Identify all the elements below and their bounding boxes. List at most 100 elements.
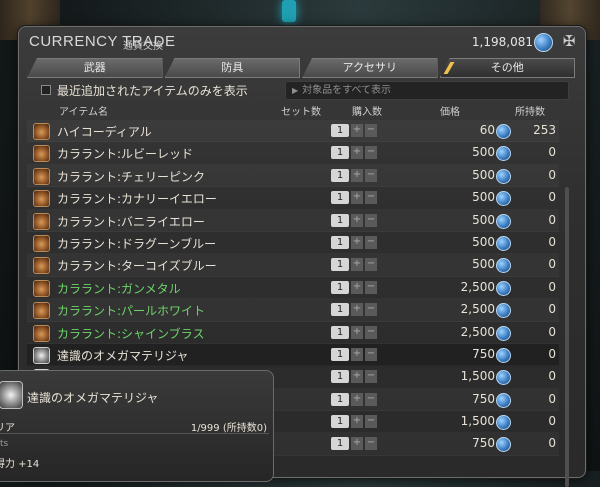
plus-button[interactable]: + [351, 415, 363, 429]
item-price: 60 [479, 123, 495, 137]
item-name: カララント:ターコイズブルー [57, 259, 217, 274]
plus-button[interactable]: + [351, 280, 363, 294]
item-row[interactable]: カララント:ガンメタル 1 + − 2,500 0 [27, 277, 559, 299]
tab-other[interactable]: その他 [439, 58, 575, 78]
quantity-input[interactable]: 1 [331, 213, 349, 227]
plus-button[interactable]: + [351, 191, 363, 205]
plus-button[interactable]: + [351, 213, 363, 227]
dye-icon [33, 279, 50, 297]
item-row[interactable]: カララント:カナリーイエロー 1 + − 500 0 [27, 187, 559, 209]
dye-icon [33, 302, 50, 320]
quantity-stepper: 1 + − [331, 258, 379, 272]
item-row[interactable]: カララント:チェリーピンク 1 + − 500 0 [27, 165, 559, 187]
plus-button[interactable]: + [351, 235, 363, 249]
minus-button[interactable]: − [365, 303, 377, 317]
item-name: カララント:ガンメタル [57, 281, 181, 296]
quantity-input[interactable]: 1 [331, 370, 349, 384]
minus-button[interactable]: − [365, 347, 377, 361]
plus-button[interactable]: + [351, 168, 363, 182]
plus-button[interactable]: + [351, 303, 363, 317]
tab-accessories[interactable]: アクセサリ [302, 58, 438, 78]
list-scrollbar[interactable] [565, 187, 569, 487]
item-price: 1,500 [460, 414, 495, 429]
show-all-button[interactable]: ▶ 対象品をすべて表示 [285, 81, 569, 100]
item-owned: 0 [548, 414, 556, 429]
header-owned: 所持数 [515, 107, 545, 118]
tooltip-effects-label: cts [0, 439, 9, 449]
currency-coin-icon [534, 33, 553, 52]
item-price: 2,500 [460, 302, 495, 317]
minus-button[interactable]: − [365, 258, 377, 272]
quantity-input[interactable]: 1 [331, 325, 349, 339]
quantity-input[interactable]: 1 [331, 280, 349, 294]
plus-button[interactable]: + [351, 347, 363, 361]
item-row[interactable]: ハイコーディアル 1 + − 60 253 [27, 120, 559, 142]
quantity-input[interactable]: 1 [331, 191, 349, 205]
quantity-input[interactable]: 1 [331, 258, 349, 272]
header-item: アイテム名 [59, 107, 108, 118]
background-crystal [282, 0, 296, 22]
dye-icon [33, 145, 50, 163]
item-owned: 0 [548, 279, 556, 294]
quantity-input[interactable]: 1 [331, 415, 349, 429]
currency-coin-icon [496, 235, 511, 251]
quantity-input[interactable]: 1 [331, 168, 349, 182]
quantity-input[interactable]: 1 [331, 146, 349, 160]
recent-only-checkbox[interactable] [41, 85, 51, 95]
plus-button[interactable]: + [351, 258, 363, 272]
plus-button[interactable]: + [351, 370, 363, 384]
item-price: 500 [472, 212, 495, 227]
item-row[interactable]: カララント:シャインブラス 1 + − 2,500 0 [27, 322, 559, 344]
quantity-input[interactable]: 1 [331, 437, 349, 451]
plus-button[interactable]: + [351, 124, 363, 137]
minus-button[interactable]: − [365, 213, 377, 227]
item-owned: 0 [548, 167, 556, 182]
item-price: 500 [472, 234, 495, 249]
item-name: カララント:ドラグーンブルー [57, 236, 217, 251]
tab-weapons[interactable]: 武器 [27, 58, 163, 78]
plus-button[interactable]: + [351, 325, 363, 339]
currency-coin-icon [496, 370, 511, 386]
quantity-stepper: 1 + − [331, 303, 379, 317]
minus-button[interactable]: − [365, 280, 377, 294]
plus-button[interactable]: + [351, 392, 363, 406]
header-price: 価格 [440, 107, 460, 118]
dye-icon [33, 257, 50, 275]
plus-button[interactable]: + [351, 146, 363, 160]
minus-button[interactable]: − [365, 392, 377, 406]
item-row[interactable]: カララント:パールホワイト 1 + − 2,500 0 [27, 299, 559, 321]
plus-button[interactable]: + [351, 437, 363, 451]
minus-button[interactable]: − [365, 191, 377, 205]
quantity-input[interactable]: 1 [331, 392, 349, 406]
item-row[interactable]: カララント:ルビーレッド 1 + − 500 0 [27, 142, 559, 164]
item-row[interactable]: 達識のオメガマテリジャ 1 + − 750 0 [27, 343, 559, 367]
item-row[interactable]: カララント:ドラグーンブルー 1 + − 500 0 [27, 232, 559, 254]
dye-icon [33, 324, 50, 342]
quantity-stepper: 1 + − [331, 280, 379, 294]
minus-button[interactable]: − [365, 437, 377, 451]
quantity-input[interactable]: 1 [331, 347, 349, 361]
minus-button[interactable]: − [365, 146, 377, 160]
item-owned: 0 [548, 346, 556, 361]
currency-coin-icon [496, 124, 511, 139]
item-price: 1,500 [460, 369, 495, 384]
close-icon[interactable]: ✠ [561, 33, 577, 49]
titlebar[interactable]: CURRENCY TRADE 通貨交換 1,198,081 ✠ [19, 27, 585, 57]
item-row[interactable]: カララント:ターコイズブルー 1 + − 500 0 [27, 254, 559, 276]
quantity-input[interactable]: 1 [331, 235, 349, 249]
quantity-stepper: 1 + − [331, 146, 379, 160]
quantity-input[interactable]: 1 [331, 303, 349, 317]
quantity-input[interactable]: 1 [331, 124, 349, 137]
minus-button[interactable]: − [365, 235, 377, 249]
item-owned: 0 [548, 302, 556, 317]
minus-button[interactable]: − [365, 124, 377, 137]
minus-button[interactable]: − [365, 370, 377, 384]
header-set: セット数 [281, 107, 321, 118]
minus-button[interactable]: − [365, 325, 377, 339]
item-price: 750 [472, 436, 495, 451]
tab-armor[interactable]: 防具 [164, 58, 300, 78]
minus-button[interactable]: − [365, 168, 377, 182]
minus-button[interactable]: − [365, 415, 377, 429]
item-row[interactable]: カララント:バニライエロー 1 + − 500 0 [27, 210, 559, 232]
tab-other-label: その他 [490, 61, 524, 74]
